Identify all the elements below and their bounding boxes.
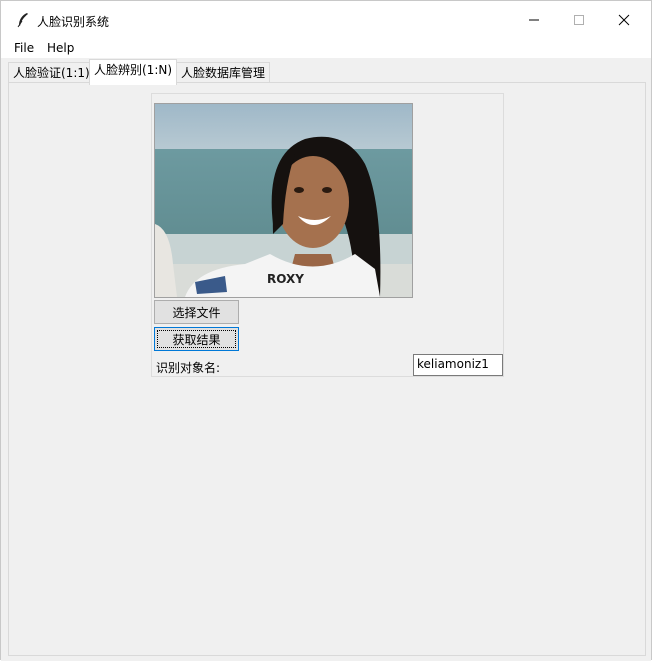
shirt-logo-text: ROXY <box>267 272 304 286</box>
choose-file-button[interactable]: 选择文件 <box>154 300 239 324</box>
tab-face-identification[interactable]: 人脸辨别(1:N) <box>89 59 178 85</box>
maximize-button[interactable] <box>556 1 602 38</box>
minimize-button[interactable] <box>511 1 557 38</box>
menu-bar: File Help <box>1 38 651 58</box>
window-title: 人脸识别系统 <box>37 15 110 29</box>
maximize-icon <box>574 14 584 25</box>
close-button[interactable] <box>601 1 647 38</box>
menu-file[interactable]: File <box>14 41 34 55</box>
minimize-icon <box>529 19 539 20</box>
notebook: 人脸验证(1:1) 人脸辨别(1:N) 人脸数据库管理 ROXY 选择文件 获取… <box>1 58 651 661</box>
face-photo: ROXY <box>154 103 413 298</box>
identification-panel: ROXY 选择文件 获取结果 识别对象名: keliamoniz1 <box>8 82 646 656</box>
tab-face-database[interactable]: 人脸数据库管理 <box>176 62 271 84</box>
title-bar[interactable]: 人脸识别系统 <box>1 1 651 38</box>
identification-frame: ROXY 选择文件 获取结果 识别对象名: keliamoniz1 <box>151 93 504 377</box>
menu-help[interactable]: Help <box>47 41 74 55</box>
result-name-field[interactable]: keliamoniz1 <box>413 354 503 376</box>
tab-face-verification[interactable]: 人脸验证(1:1) <box>8 62 95 84</box>
feather-icon <box>15 12 31 28</box>
close-icon <box>618 14 630 25</box>
app-window: 人脸识别系统 File Help 人脸验证(1:1) 人脸辨别(1:N) 人脸数… <box>0 0 652 661</box>
result-label: 识别对象名: <box>156 361 221 375</box>
get-result-button[interactable]: 获取结果 <box>154 327 239 351</box>
